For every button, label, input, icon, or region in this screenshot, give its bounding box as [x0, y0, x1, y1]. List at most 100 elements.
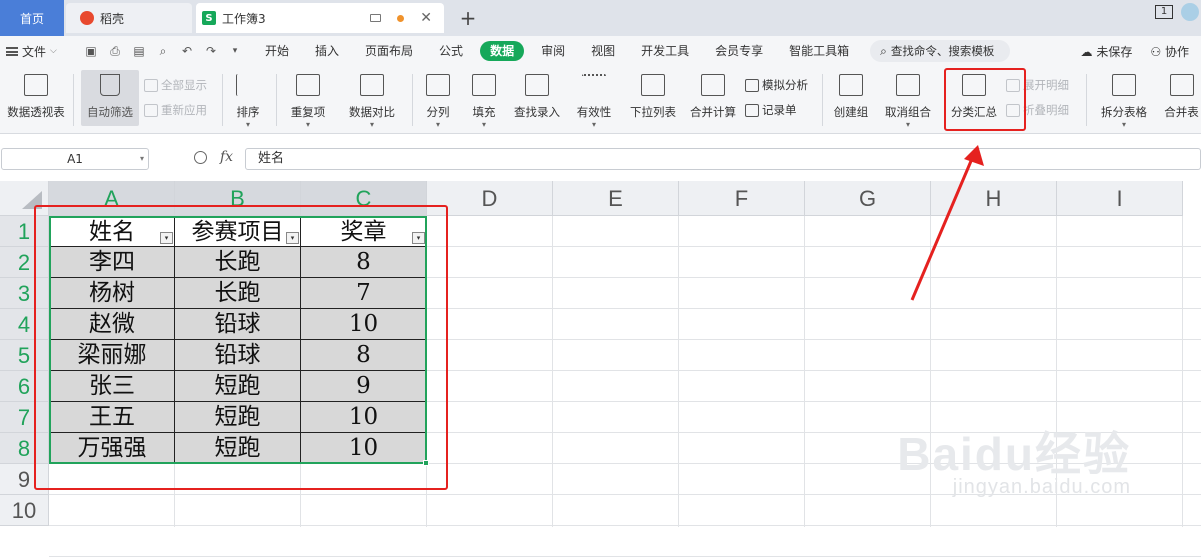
table-cell[interactable]: 短跑 — [175, 433, 301, 464]
command-search-input[interactable]: ⌕ 查找命令、搜索模板 — [870, 40, 1011, 62]
row-header-8[interactable]: 8 — [0, 433, 49, 464]
table-cell[interactable]: 8 — [301, 247, 427, 278]
table-cell[interactable]: 张三 — [49, 371, 175, 402]
table-cell[interactable]: 铅球 — [175, 309, 301, 340]
undo-icon[interactable]: ↶ — [180, 44, 194, 58]
menu-item-page-layout[interactable]: 页面布局 — [352, 36, 426, 66]
row-header-2[interactable]: 2 — [0, 247, 49, 278]
table-cell[interactable]: 赵微 — [49, 309, 175, 340]
table-cell[interactable]: 9 — [301, 371, 427, 402]
collab-button[interactable]: ⚇ 协作 — [1150, 43, 1189, 60]
menu-item-insert[interactable]: 插入 — [302, 36, 352, 66]
print-icon[interactable]: ▤ — [132, 44, 146, 58]
split-column-button[interactable]: 分列 — [418, 74, 458, 129]
row-header-10[interactable]: 10 — [0, 495, 49, 526]
table-cell[interactable]: 10 — [301, 309, 427, 340]
filter-dropdown-icon[interactable]: ▾ — [286, 232, 299, 244]
row-header-4[interactable]: 4 — [0, 309, 49, 340]
data-compare-button[interactable]: 数据对比 — [340, 74, 404, 129]
screen-icon[interactable] — [370, 14, 382, 22]
create-group-button[interactable]: 创建组 — [828, 74, 874, 120]
table-cell[interactable]: 李四 — [49, 247, 175, 278]
column-header-e[interactable]: E — [553, 181, 679, 216]
tab-workbook[interactable]: S 工作簿3 ✕ — [196, 3, 444, 33]
row-header-6[interactable]: 6 — [0, 371, 49, 402]
column-header-i[interactable]: I — [1057, 181, 1183, 216]
validity-button[interactable]: 有效性 — [568, 74, 620, 129]
table-cell[interactable]: 杨树 — [49, 278, 175, 309]
window-count-badge[interactable]: 1 — [1155, 5, 1173, 19]
table-cell[interactable]: 长跑 — [175, 247, 301, 278]
record-form-button[interactable]: 记录单 — [745, 102, 797, 118]
select-all-corner[interactable] — [0, 181, 49, 216]
row-header-3[interactable]: 3 — [0, 278, 49, 309]
merge-table-button[interactable]: 合并表 — [1162, 74, 1201, 120]
more-icon[interactable]: ▾ — [228, 44, 242, 58]
autofilter-button[interactable]: 自动筛选 — [81, 70, 139, 126]
table-cell[interactable]: 长跑 — [175, 278, 301, 309]
row-header-9[interactable]: 9 — [0, 464, 49, 495]
split-table-button[interactable]: 拆分表格 — [1092, 74, 1156, 129]
sort-button[interactable]: 排序 — [228, 74, 268, 129]
table-cell[interactable]: 7 — [301, 278, 427, 309]
row-header-5[interactable]: 5 — [0, 340, 49, 371]
subtotal-button[interactable]: 分类汇总 — [948, 74, 1000, 120]
menu-item-member[interactable]: 会员专享 — [702, 36, 776, 66]
table-header-cell[interactable]: 姓名 ▾ — [49, 216, 175, 247]
tab-home[interactable]: 首页 — [0, 0, 64, 36]
row-header-7[interactable]: 7 — [0, 402, 49, 433]
table-cell[interactable]: 10 — [301, 433, 427, 464]
ungroup-button[interactable]: 取消组合 — [878, 74, 938, 129]
fill-button[interactable]: 填充 — [464, 74, 504, 129]
unsaved-button[interactable]: ☁ 未保存 — [1081, 43, 1133, 60]
table-cell[interactable]: 铅球 — [175, 340, 301, 371]
avatar[interactable] — [1181, 3, 1199, 21]
simulate-analysis-button[interactable]: 模拟分析 — [745, 77, 808, 93]
menu-item-start[interactable]: 开始 — [252, 36, 302, 66]
table-cell[interactable]: 短跑 — [175, 371, 301, 402]
menu-item-smart-tools[interactable]: 智能工具箱 — [776, 36, 862, 66]
find-icon[interactable]: ⌕ — [156, 44, 170, 58]
menu-item-data[interactable]: 数据 — [480, 41, 525, 61]
menu-item-view[interactable]: 视图 — [578, 36, 628, 66]
table-cell[interactable]: 万强强 — [49, 433, 175, 464]
table-cell[interactable]: 10 — [301, 402, 427, 433]
row-header-1[interactable]: 1 — [0, 216, 49, 247]
column-header-f[interactable]: F — [679, 181, 805, 216]
table-header-cell[interactable]: 参赛项目 ▾ — [175, 216, 301, 247]
zoom-icon[interactable] — [194, 151, 207, 164]
save-icon[interactable]: ▣ — [84, 44, 98, 58]
menu-item-formula[interactable]: 公式 — [426, 36, 476, 66]
fx-icon[interactable]: fx — [220, 149, 233, 165]
pivot-table-button[interactable]: 数据透视表 — [4, 74, 68, 120]
fill-handle[interactable] — [423, 460, 429, 466]
table-header-cell[interactable]: 奖章 ▾ — [301, 216, 427, 247]
filter-dropdown-icon[interactable]: ▾ — [412, 232, 425, 244]
reapply-button[interactable]: 重新应用 — [144, 102, 207, 118]
column-header-b[interactable]: B — [175, 181, 301, 216]
name-box[interactable]: A1 ▾ — [1, 148, 149, 170]
duplicates-button[interactable]: 重复项 — [282, 74, 334, 129]
filter-dropdown-icon[interactable]: ▾ — [160, 232, 173, 244]
print-preview-icon[interactable]: ⎙ — [108, 44, 122, 58]
menu-item-review[interactable]: 审阅 — [528, 36, 578, 66]
table-cell[interactable]: 短跑 — [175, 402, 301, 433]
lookup-entry-button[interactable]: 查找录入 — [510, 74, 564, 120]
consolidate-button[interactable]: 合并计算 — [686, 74, 740, 120]
tab-docer[interactable]: 稻壳 — [66, 3, 192, 33]
column-header-d[interactable]: D — [427, 181, 553, 216]
expand-detail-button[interactable]: 展开明细 — [1006, 77, 1069, 93]
redo-icon[interactable]: ↷ — [204, 44, 218, 58]
table-cell[interactable]: 王五 — [49, 402, 175, 433]
table-cell[interactable]: 梁丽娜 — [49, 340, 175, 371]
column-header-c[interactable]: C — [301, 181, 427, 216]
menu-item-developer[interactable]: 开发工具 — [628, 36, 702, 66]
column-header-a[interactable]: A — [49, 181, 175, 216]
table-cell[interactable]: 8 — [301, 340, 427, 371]
new-tab-button[interactable]: + — [456, 3, 480, 33]
show-all-button[interactable]: 全部显示 — [144, 77, 207, 93]
formula-input[interactable]: 姓名 — [245, 148, 1201, 170]
file-menu[interactable]: 文件 ⌵ — [0, 43, 80, 60]
collapse-detail-button[interactable]: 折叠明细 — [1006, 102, 1069, 118]
dropdown-list-button[interactable]: 下拉列表 — [626, 74, 680, 120]
